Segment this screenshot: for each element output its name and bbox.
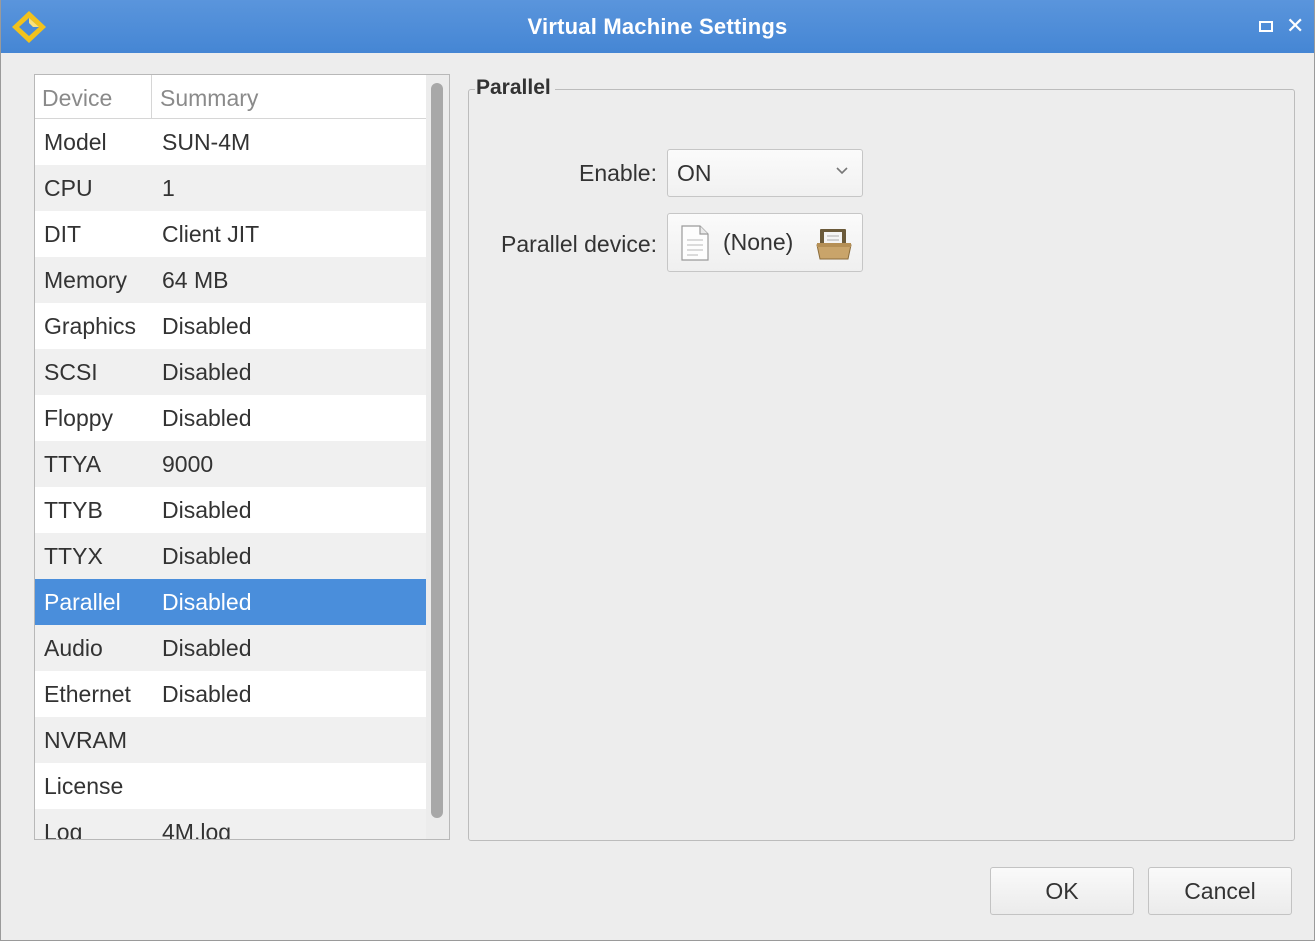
device-row-dit[interactable]: DIT Client JIT [35, 211, 426, 257]
parallel-device-label: Parallel device: [501, 231, 657, 257]
cancel-button[interactable]: Cancel [1148, 867, 1292, 915]
device-name: TTYX [44, 543, 103, 569]
device-name: DIT [44, 221, 82, 247]
device-summary: 9000 [162, 451, 214, 477]
device-row-log[interactable]: Log 4M.log [35, 809, 426, 840]
window-title: Virtual Machine Settings [527, 14, 788, 39]
device-row-ttyb[interactable]: TTYB Disabled [35, 487, 426, 533]
device-summary: Disabled [162, 543, 252, 569]
maximize-icon [1259, 21, 1273, 32]
device-name: Audio [44, 635, 103, 661]
device-summary: Client JIT [162, 221, 260, 247]
device-summary: Disabled [162, 313, 252, 339]
enable-select-value: ON [677, 160, 712, 186]
close-button[interactable]: ✕ [1286, 14, 1304, 38]
ok-button[interactable]: OK [990, 867, 1134, 915]
device-name: TTYA [44, 451, 102, 477]
settings-window: Virtual Machine Settings ✕ Device Summar… [0, 0, 1315, 941]
chevron-down-icon [836, 167, 848, 175]
device-summary: Disabled [162, 497, 252, 523]
parallel-device-value: (None) [723, 229, 794, 255]
device-rows: Model SUN-4M CPU 1 DIT Client JIT Memory 64 MB G… [35, 119, 426, 840]
device-name: Floppy [44, 405, 114, 431]
device-summary: Disabled [162, 681, 252, 707]
folder-open-icon [816, 229, 852, 260]
device-summary: 1 [162, 175, 175, 201]
device-summary: 64 MB [162, 267, 229, 293]
maximize-button[interactable] [1259, 14, 1273, 38]
device-summary: SUN-4M [162, 129, 251, 155]
parallel-device-chooser[interactable]: (None) [667, 213, 863, 272]
device-summary: Disabled [162, 589, 252, 615]
device-row-cpu[interactable]: CPU 1 [35, 165, 426, 211]
device-name: NVRAM [44, 727, 128, 753]
device-name: Ethernet [44, 681, 131, 707]
column-header-summary[interactable]: Summary [160, 75, 258, 119]
scrollbar-thumb[interactable] [431, 83, 443, 818]
title-bar[interactable]: Virtual Machine Settings ✕ [1, 0, 1314, 53]
device-name: Graphics [44, 313, 137, 339]
device-row-ethernet[interactable]: Ethernet Disabled [35, 671, 426, 717]
enable-label: Enable: [578, 160, 657, 186]
device-summary: Disabled [162, 359, 252, 385]
device-row-nvram[interactable]: NVRAM [35, 717, 426, 763]
document-icon [681, 225, 709, 261]
device-list-header: Device Summary [35, 75, 426, 119]
device-row-ttyx[interactable]: TTYX Disabled [35, 533, 426, 579]
device-summary: Disabled [162, 635, 252, 661]
device-name: TTYB [44, 497, 103, 523]
device-row-scsi[interactable]: SCSI Disabled [35, 349, 426, 395]
device-row-license[interactable]: License [35, 763, 426, 809]
device-row-parallel[interactable]: Parallel Disabled [35, 579, 426, 625]
close-icon: ✕ [1286, 13, 1305, 38]
device-row-ttya[interactable]: TTYA 9000 [35, 441, 426, 487]
enable-select[interactable]: ON [667, 149, 863, 197]
device-row-memory[interactable]: Memory 64 MB [35, 257, 426, 303]
device-name: Model [44, 129, 107, 155]
list-scrollbar[interactable] [426, 75, 449, 839]
device-row-floppy[interactable]: Floppy Disabled [35, 395, 426, 441]
device-row-model[interactable]: Model SUN-4M [35, 119, 426, 165]
device-row-audio[interactable]: Audio Disabled [35, 625, 426, 671]
device-name: Log [44, 819, 83, 840]
parallel-group [468, 89, 1295, 841]
device-summary: Disabled [162, 405, 252, 431]
device-list[interactable]: Device Summary Model SUN-4M CPU 1 DIT Client … [34, 74, 450, 840]
device-name: Memory [44, 267, 128, 293]
parallel-group-title: Parallel [475, 76, 555, 100]
device-name: License [44, 773, 124, 799]
device-name: Parallel [44, 589, 121, 615]
device-name: CPU [44, 175, 93, 201]
device-row-graphics[interactable]: Graphics Disabled [35, 303, 426, 349]
device-name: SCSI [44, 359, 98, 385]
device-summary: 4M.log [162, 819, 232, 840]
column-header-device[interactable]: Device [42, 75, 152, 119]
